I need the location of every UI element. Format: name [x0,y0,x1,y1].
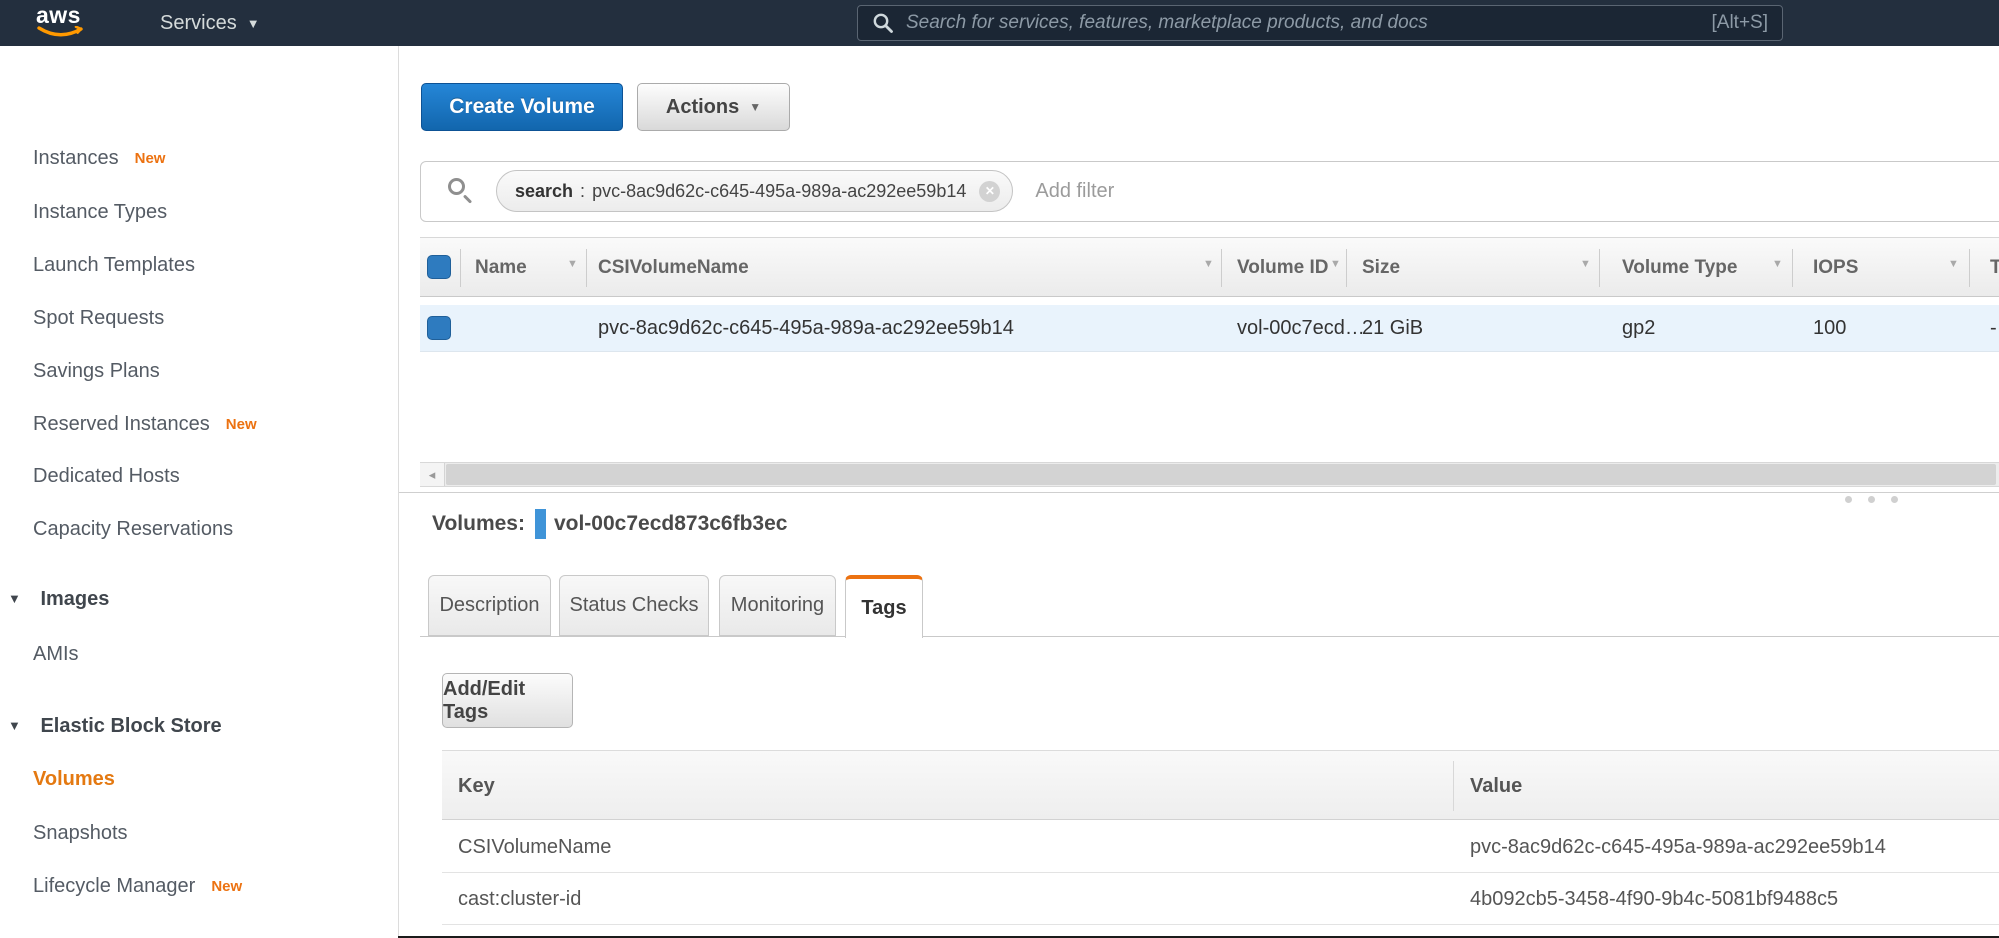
cell-size: 21 GiB [1362,305,1423,352]
tab-status-checks[interactable]: Status Checks [559,575,709,636]
column-header-csivolumename[interactable]: CSIVolumeName [598,248,749,288]
sidebar-item-lifecycle-manager[interactable]: Lifecycle ManagerNew [33,872,242,900]
aws-smile-icon [36,26,86,39]
column-separator [1221,249,1222,287]
tag-key: cast:cluster-id [458,873,581,925]
column-separator [586,249,587,287]
sidebar-item-instance-types[interactable]: Instance Types [33,198,167,226]
tags-table-header: Key Value [442,750,1999,820]
filter-tag-key: search [515,181,573,202]
tab-description[interactable]: Description [428,575,551,636]
column-separator [1453,761,1454,811]
sidebar-item-amis[interactable]: AMIs [33,640,79,668]
new-badge: New [211,878,242,895]
sidebar-item-snapshots[interactable]: Snapshots [33,819,128,847]
tag-value: 4b092cb5-3458-4f90-9b4c-5081bf9488c5 [1470,873,1838,925]
cell-volume-id: vol-00c7ecd… [1237,305,1365,352]
search-shortcut-hint: [Alt+S] [1712,12,1769,34]
select-row-checkbox[interactable] [427,316,451,340]
actions-dropdown-icon: ▼ [749,100,761,114]
sort-icon[interactable]: ▼ [567,258,578,270]
panel-resize-handle[interactable] [1845,496,1905,504]
column-header-iops[interactable]: IOPS [1813,248,1858,288]
sort-icon[interactable]: ▼ [1203,258,1214,270]
select-all-checkbox[interactable] [427,255,451,279]
new-badge: New [135,150,166,167]
aws-logo[interactable]: aws [36,4,88,42]
add-filter-button[interactable]: Add filter [1035,180,1114,203]
sidebar-section-images[interactable]: ▼ Images [8,585,109,613]
tab-tags[interactable]: Tags [845,575,923,638]
scroll-left-icon[interactable]: ◂ [420,463,445,486]
detail-panel-title: Volumes: vol-00c7ecd873c6fb3ec [432,509,787,539]
detail-title-volume-id: vol-00c7ecd873c6fb3ec [554,512,788,536]
column-header-volume-id[interactable]: Volume ID [1237,248,1329,288]
column-separator [460,249,461,287]
column-header-name[interactable]: Name [475,248,527,288]
cell-csivolumename: pvc-8ac9d62c-c645-495a-989a-ac292ee59b14 [598,305,1014,352]
column-header-size[interactable]: Size [1362,248,1400,288]
services-menu[interactable]: Services ▼ [160,0,260,46]
column-separator [1792,249,1793,287]
remove-filter-icon[interactable]: ✕ [979,181,1000,202]
sidebar-item-reserved-instances[interactable]: Reserved InstancesNew [33,410,257,438]
table-horizontal-scrollbar[interactable]: ◂ [420,462,1999,487]
search-icon [872,12,894,34]
sidebar-item-instances[interactable]: InstancesNew [33,144,165,172]
tag-row-csivolumename[interactable]: CSIVolumeName pvc-8ac9d62c-c645-495a-989… [442,821,1999,873]
sidebar-item-dedicated-hosts[interactable]: Dedicated Hosts [33,462,180,490]
global-search-bar[interactable]: [Alt+S] [857,5,1783,41]
sidebar-item-spot-requests[interactable]: Spot Requests [33,304,164,332]
tags-column-key: Key [458,751,495,821]
services-label: Services [160,12,237,35]
volumes-table-header: Name ▼ CSIVolumeName ▼ Volume ID ▼ Size … [420,237,1999,297]
column-header-truncated[interactable]: T [1990,248,1999,288]
tabs-baseline [420,636,1999,637]
column-header-volume-type[interactable]: Volume Type [1622,248,1737,288]
tags-column-value: Value [1470,751,1522,821]
tag-value: pvc-8ac9d62c-c645-495a-989a-ac292ee59b14 [1470,821,1886,873]
section-collapse-icon: ▼ [8,718,21,733]
selection-marker [535,509,546,539]
filter-tag-value: pvc-8ac9d62c-c645-495a-989a-ac292ee59b14 [592,181,966,202]
volume-table-row[interactable]: pvc-8ac9d62c-c645-495a-989a-ac292ee59b14… [420,305,1999,352]
ec2-console-screen: aws Services ▼ [Alt+S] InstancesNew Inst… [0,0,1999,938]
add-edit-tags-button[interactable]: Add/Edit Tags [442,673,573,728]
column-separator [1599,249,1600,287]
aws-logo-text: aws [36,4,88,26]
section-collapse-icon: ▼ [8,591,21,606]
filter-tag-separator: : [580,181,585,202]
sort-icon[interactable]: ▼ [1580,258,1591,270]
column-separator [1969,249,1970,287]
horizontal-scrollbar-thumb[interactable] [446,464,1996,485]
sidebar-section-elastic-block-store[interactable]: ▼ Elastic Block Store [8,712,222,740]
tag-row-cast-cluster-id[interactable]: cast:cluster-id 4b092cb5-3458-4f90-9b4c-… [442,873,1999,925]
cell-truncated: - [1990,305,1997,352]
services-dropdown-icon: ▼ [247,16,260,31]
detail-title-label: Volumes: [432,512,525,536]
sort-icon[interactable]: ▼ [1948,258,1959,270]
actions-button[interactable]: Actions ▼ [637,83,790,131]
sort-icon[interactable]: ▼ [1772,258,1783,270]
filter-content: search : pvc-8ac9d62c-c645-495a-989a-ac2… [448,170,1114,212]
sidebar-item-launch-templates[interactable]: Launch Templates [33,251,195,279]
new-badge: New [226,416,257,433]
sidebar-item-capacity-reservations[interactable]: Capacity Reservations [33,515,233,543]
cell-iops: 100 [1813,305,1846,352]
filter-tag-search[interactable]: search : pvc-8ac9d62c-c645-495a-989a-ac2… [496,170,1013,212]
global-search-input[interactable] [906,12,1700,34]
sidebar-item-savings-plans[interactable]: Savings Plans [33,357,160,385]
filter-search-icon [448,178,474,204]
panel-divider [399,492,1999,493]
column-separator [1346,249,1347,287]
sidebar-item-volumes[interactable]: Volumes [33,765,115,793]
top-navbar: aws Services ▼ [Alt+S] [0,0,1999,46]
create-volume-button[interactable]: Create Volume [421,83,623,131]
sort-icon[interactable]: ▼ [1330,258,1341,270]
cell-volume-type: gp2 [1622,305,1655,352]
tab-monitoring[interactable]: Monitoring [719,575,836,636]
ec2-sidebar: InstancesNew Instance Types Launch Templ… [0,46,398,938]
tag-key: CSIVolumeName [458,821,611,873]
